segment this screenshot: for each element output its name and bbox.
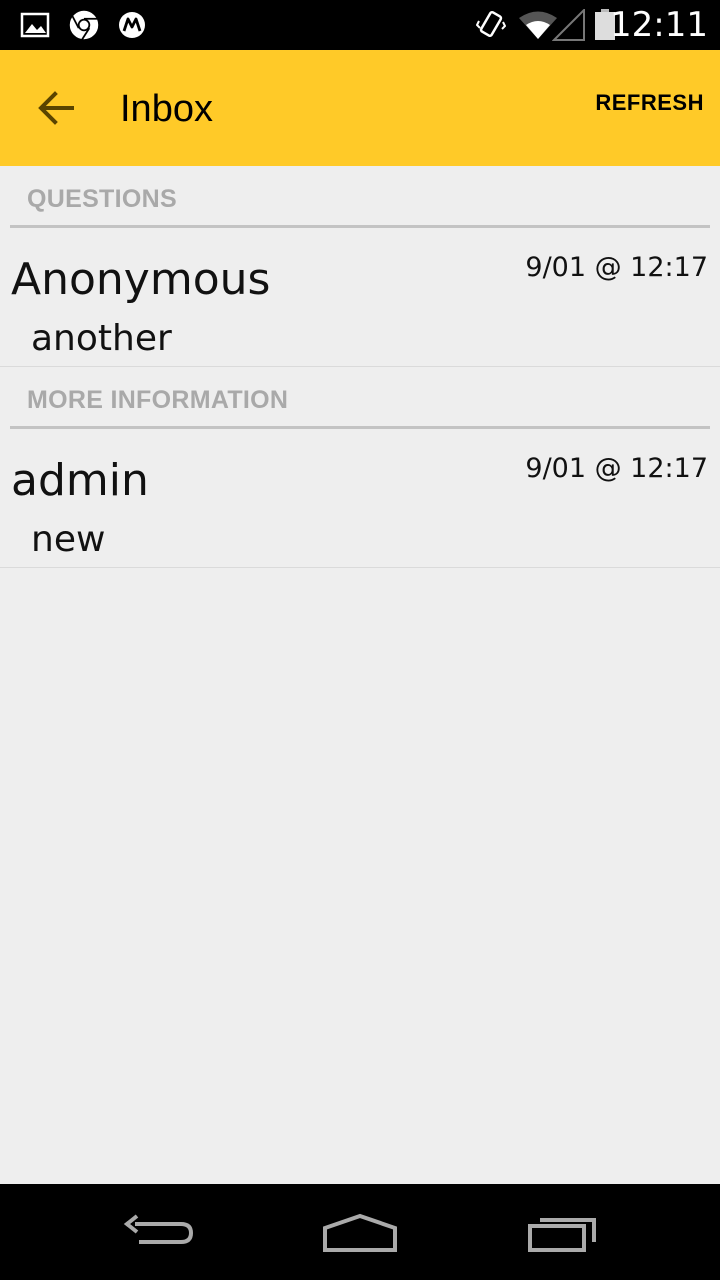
- section-divider: [10, 426, 710, 429]
- status-time: 12:11: [610, 5, 708, 45]
- home-icon[interactable]: [315, 1204, 405, 1260]
- vibrate-icon: [476, 10, 506, 38]
- refresh-button[interactable]: REFRESH: [595, 90, 704, 116]
- screen: 12:11 Inbox REFRESH QUESTIONS Anonymous …: [0, 0, 720, 1280]
- action-bar: Inbox REFRESH: [0, 50, 720, 166]
- page-title: Inbox: [120, 88, 213, 130]
- navigation-bar: [0, 1184, 720, 1280]
- section-divider: [10, 225, 710, 228]
- message-timestamp: 9/01 @ 12:17: [525, 453, 708, 484]
- message-row[interactable]: admin new 9/01 @ 12:17: [0, 433, 720, 568]
- back-arrow-icon[interactable]: [22, 74, 90, 142]
- chrome-icon: [69, 10, 99, 40]
- message-row[interactable]: Anonymous another 9/01 @ 12:17: [0, 232, 720, 367]
- section-header-label: QUESTIONS: [27, 185, 177, 213]
- section-header: MORE INFORMATION: [0, 367, 720, 433]
- inbox-list: QUESTIONS Anonymous another 9/01 @ 12:17…: [0, 166, 720, 568]
- section-header-label: MORE INFORMATION: [27, 386, 289, 414]
- message-timestamp: 9/01 @ 12:17: [525, 252, 708, 283]
- recents-icon[interactable]: [518, 1204, 608, 1260]
- status-bar: 12:11: [0, 0, 720, 50]
- message-sender: Anonymous: [11, 254, 271, 305]
- message-sender: admin: [11, 455, 149, 506]
- signal-icon: [552, 9, 585, 41]
- motorola-icon: [119, 12, 145, 38]
- message-preview: new: [31, 519, 106, 560]
- section-header: QUESTIONS: [0, 166, 720, 232]
- message-preview: another: [31, 318, 172, 359]
- gallery-icon: [20, 12, 50, 38]
- back-icon[interactable]: [115, 1204, 205, 1260]
